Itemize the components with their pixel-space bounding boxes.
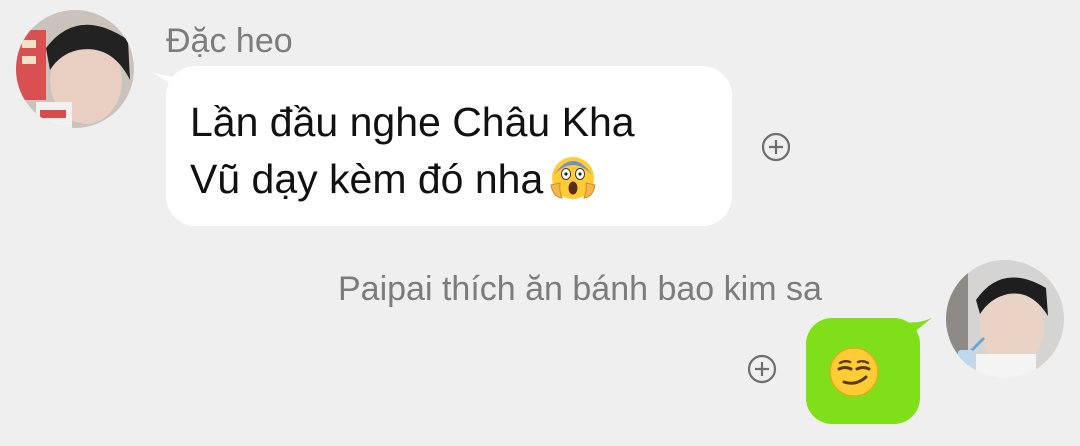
avatar-paipai[interactable]: [946, 260, 1064, 378]
message-bubble[interactable]: [806, 318, 932, 424]
smirking-face-icon: [829, 347, 879, 397]
bubble-tail: [152, 72, 182, 96]
sender-name: Paipai thích ăn bánh bao kim sa: [338, 270, 822, 308]
face-screaming-in-fear-icon: [550, 157, 596, 199]
message-line: Lần đầu nghe Châu Kha: [190, 99, 635, 145]
message-line: Vũ dạy kèm đó nha: [190, 156, 544, 202]
message-text: Lần đầu nghe Châu Kha Vũ dạy kèm đó nha: [190, 94, 635, 208]
bubble-tail: [904, 318, 932, 342]
message-bubble[interactable]: Lần đầu nghe Châu Kha Vũ dạy kèm đó nha: [152, 66, 732, 226]
add-reaction-icon[interactable]: [760, 131, 792, 163]
avatar-photo: [946, 260, 1064, 378]
avatar-dac-heo[interactable]: [16, 10, 134, 128]
add-reaction-icon[interactable]: [746, 353, 778, 385]
sender-name: Đặc heo: [166, 22, 293, 60]
avatar-photo: [16, 10, 134, 128]
